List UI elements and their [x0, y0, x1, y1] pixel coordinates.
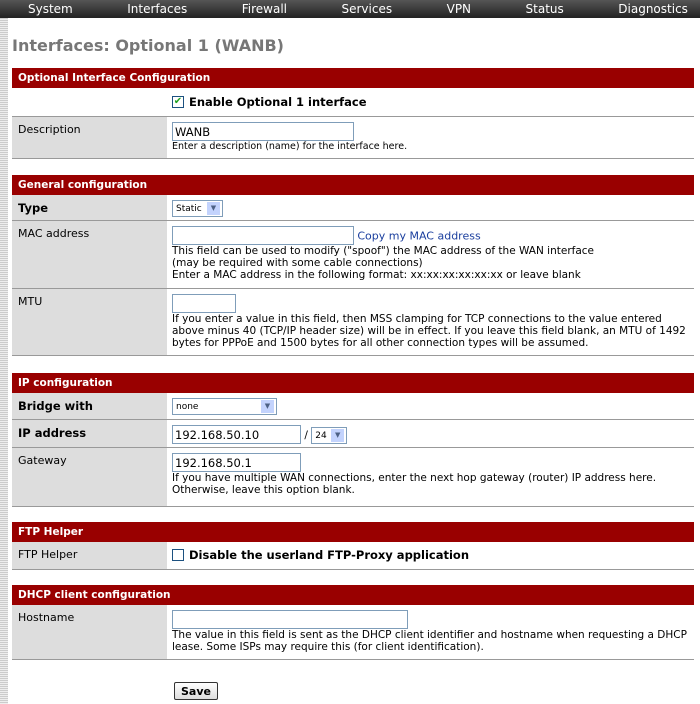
section-dhcp: DHCP client configuration Hostname The v… — [12, 585, 694, 660]
gateway-row: Gateway If you have multiple WAN connect… — [12, 448, 694, 507]
hostname-input[interactable] — [172, 610, 408, 629]
enable-row: ✔ Enable Optional 1 interface — [12, 88, 694, 117]
mac-help: This field can be used to modify ("spoof… — [172, 245, 595, 257]
section-ip: IP configuration Bridge with none ▼ IP ad… — [12, 373, 694, 507]
copy-mac-link[interactable]: Copy my MAC address — [357, 230, 480, 243]
mac-row: MAC address Copy my MAC address This fie… — [12, 221, 694, 289]
mtu-help: If you enter a value in this field, then… — [172, 313, 686, 349]
section-optional: Optional Interface Configuration ✔ Enable… — [12, 68, 694, 159]
type-row: Type Static ▼ — [12, 195, 694, 221]
chevron-down-icon: ▼ — [207, 202, 220, 215]
mac-label: MAC address — [12, 221, 167, 288]
nav-diagnostics[interactable]: Diagnostics — [618, 0, 688, 18]
mtu-input[interactable] — [172, 294, 236, 313]
description-help: Enter a description (name) for the inter… — [172, 141, 408, 152]
chevron-down-icon: ▼ — [261, 400, 274, 413]
page-title: Interfaces: Optional 1 (WANB) — [12, 36, 284, 55]
gateway-help: If you have multiple WAN connections, en… — [172, 472, 657, 496]
mac-help: (may be required with some cable connect… — [172, 257, 423, 269]
bridge-select[interactable]: none ▼ — [172, 398, 277, 415]
mac-help: Enter a MAC address in the following for… — [172, 269, 581, 281]
hostname-row: Hostname The value in this field is sent… — [12, 605, 694, 660]
ip-label: IP address — [12, 420, 167, 447]
top-nav: System Interfaces Firewall Services VPN … — [0, 0, 700, 18]
gateway-label: Gateway — [12, 448, 167, 506]
section-ftp: FTP Helper FTP Helper Disable the userla… — [12, 522, 694, 570]
description-row: Description Enter a description (name) f… — [12, 117, 694, 159]
slash: / — [304, 429, 308, 442]
nav-vpn[interactable]: VPN — [447, 0, 471, 18]
section-header: General configuration — [12, 175, 694, 195]
chevron-down-icon: ▼ — [331, 429, 345, 442]
enable-checkbox[interactable]: ✔ — [172, 96, 184, 108]
hostname-label: Hostname — [12, 605, 167, 659]
ip-row: IP address / 24▼ — [12, 420, 694, 448]
section-header: DHCP client configuration — [12, 585, 694, 605]
subnet-select[interactable]: 24 ▼ — [311, 427, 348, 444]
mtu-row: MTU If you enter a value in this field, … — [12, 289, 694, 356]
section-header: IP configuration — [12, 373, 694, 393]
ip-input[interactable] — [172, 425, 301, 444]
hostname-help: The value in this field is sent as the D… — [172, 629, 687, 653]
ftp-checkbox-label: Disable the userland FTP-Proxy applicati… — [189, 548, 470, 562]
description-label: Description — [12, 117, 167, 158]
ftp-label: FTP Helper — [12, 542, 167, 569]
mtu-label: MTU — [12, 289, 167, 355]
mac-input[interactable] — [172, 226, 354, 245]
gateway-input[interactable] — [172, 453, 301, 472]
nav-interfaces[interactable]: Interfaces — [127, 0, 187, 18]
bridge-row: Bridge with none ▼ — [12, 393, 694, 420]
ftp-row: FTP Helper Disable the userland FTP-Prox… — [12, 542, 694, 570]
nav-services[interactable]: Services — [342, 0, 393, 18]
section-header: Optional Interface Configuration — [12, 68, 694, 88]
bridge-label: Bridge with — [12, 393, 167, 419]
nav-system[interactable]: System — [28, 0, 73, 18]
nav-firewall[interactable]: Firewall — [242, 0, 287, 18]
section-header: FTP Helper — [12, 522, 694, 542]
ftp-checkbox[interactable] — [172, 549, 184, 561]
section-general: General configuration Type Static ▼ MAC a… — [12, 175, 694, 356]
nav-status[interactable]: Status — [526, 0, 564, 18]
description-input[interactable] — [172, 122, 354, 141]
save-button[interactable]: Save — [174, 682, 218, 700]
left-border — [0, 18, 8, 704]
type-label: Type — [12, 195, 167, 220]
enable-label: Enable Optional 1 interface — [189, 95, 367, 109]
type-select[interactable]: Static ▼ — [172, 200, 223, 217]
